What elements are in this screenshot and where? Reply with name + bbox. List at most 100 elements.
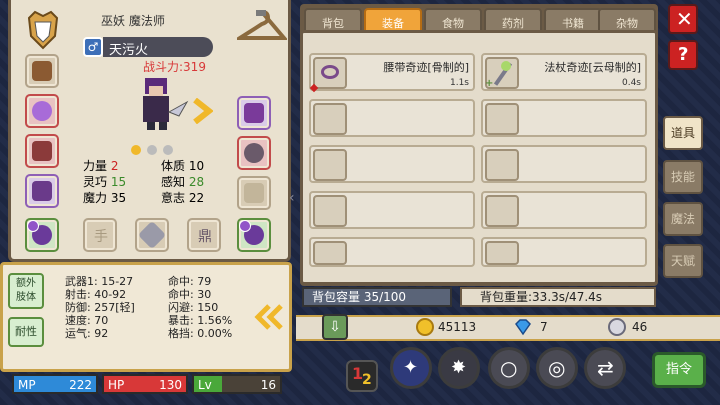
character-title: 巫妖 魔法师 [101, 14, 165, 28]
slot-gear[interactable]: 鼎 [187, 218, 221, 252]
empty-slot[interactable] [481, 237, 647, 267]
silver-coin-icon [608, 318, 626, 336]
stat-line: 命中: 79 [168, 275, 212, 288]
name-plate: 天污火 [103, 37, 213, 58]
side-tab-skills[interactable]: 技能 [663, 160, 703, 194]
slot-shell[interactable] [25, 94, 59, 128]
item-belt[interactable]: 腰带奇迹[骨制的] 1.1s [309, 53, 475, 93]
side-tab-talent[interactable]: 天赋 [663, 244, 703, 278]
gender-icon: ♂ [83, 37, 103, 57]
empty-slot[interactable] [309, 99, 475, 137]
stats-left-column: 武器1: 15-27 射击: 40-92 防御: 257[轻] 速度: 70 运… [65, 275, 135, 340]
silver-value: 46 [632, 320, 648, 334]
status-bars: MP 222 HP 130 Lv 16 [12, 374, 282, 394]
stat-line: 格挡: 0.00% [168, 327, 233, 340]
attr-value: 22 [188, 191, 205, 205]
empty-slot[interactable] [481, 99, 647, 137]
close-button[interactable]: ✕ [668, 4, 698, 34]
hanger-icon[interactable] [233, 8, 289, 46]
slot-belt[interactable] [237, 136, 271, 170]
item-name: 法杖奇迹[云母制的] [544, 61, 641, 74]
attr-value: 28 [188, 175, 205, 189]
stat-line: 射击: 40-92 [65, 288, 127, 301]
skill-button-2[interactable]: ✸ [438, 347, 480, 389]
slot-armor[interactable] [25, 174, 59, 208]
slot-empty-right[interactable] [237, 176, 271, 210]
help-icon: ? [678, 44, 689, 65]
side-tab-items[interactable]: 道具 [663, 116, 703, 150]
empty-slot[interactable] [309, 237, 475, 267]
crest-icon [25, 10, 61, 50]
next-arrow-icon[interactable] [191, 97, 214, 125]
mp-value: 222 [69, 378, 92, 392]
inventory-panel: 腰带奇迹[骨制的] 1.1s 法杖奇迹[云母制的] 0.4s + [300, 30, 658, 285]
gem-icon [514, 318, 532, 336]
swap-icon: ⇄ [597, 356, 614, 380]
tab-resistance[interactable]: 耐性 [8, 317, 44, 347]
divider-arrow-icon: ‹ [289, 190, 295, 206]
burst-icon: ✸ [451, 357, 467, 378]
download-icon[interactable]: ⇩ [322, 314, 348, 340]
character-panel: 巫妖 魔法师 ♂ 天污火 战斗力:319 手 鼎 力量 2 体质 10 灵巧 1… [8, 0, 291, 262]
attr-label: 魔力 [83, 191, 108, 205]
slot-gear-label: 鼎 [198, 229, 212, 245]
stat-line: 暴击: 1.56% [168, 314, 233, 327]
mp-bar: MP 222 [12, 374, 98, 394]
slot-weapon[interactable] [135, 218, 169, 252]
gem-value: 7 [540, 320, 548, 334]
skill-button-1[interactable]: ✦ [390, 347, 432, 389]
help-button[interactable]: ? [668, 40, 698, 70]
capacity-box: 背包容量 35/100 [302, 287, 452, 307]
hp-value: 130 [159, 378, 182, 392]
side-tab-magic[interactable]: 魔法 [663, 202, 703, 236]
slot-cloak[interactable] [25, 134, 59, 168]
hp-bar: HP 130 [102, 374, 188, 394]
item-weight: 0.4s [621, 78, 641, 88]
stat-line: 速度: 70 [65, 314, 109, 327]
lv-value: 16 [260, 378, 276, 392]
item-name: 腰带奇迹[骨制的] [383, 61, 469, 74]
empty-slot[interactable] [481, 145, 647, 183]
lv-bar: Lv 16 [192, 374, 282, 394]
empty-slot[interactable] [481, 191, 647, 229]
item-weight: 1.1s [449, 78, 469, 88]
attr-value: 2 [110, 159, 119, 173]
magnify-icon: ◎ [548, 356, 566, 380]
search-button[interactable]: ○ [488, 347, 530, 389]
weight-box: 背包重量:33.3s/47.4s [460, 287, 656, 307]
attr-label: 感知 [161, 175, 186, 189]
inspect-button[interactable]: ◎ [536, 347, 578, 389]
command-button[interactable]: 指令 [652, 352, 706, 388]
stat-line: 防御: 257[轻] [65, 301, 135, 314]
hp-label: HP [108, 378, 125, 392]
stat-line: 命中: 30 [168, 288, 212, 301]
sort-button[interactable]: 12 [346, 360, 378, 392]
gold-coin-icon [416, 318, 434, 336]
attr-value: 35 [110, 191, 127, 205]
stat-line: 武器1: 15-27 [65, 275, 134, 288]
slot-hat[interactable] [25, 54, 59, 88]
item-staff[interactable]: 法杖奇迹[云母制的] 0.4s + [481, 53, 647, 91]
stat-line: 运气: 92 [65, 327, 109, 340]
slot-hand[interactable]: 手 [83, 218, 117, 252]
tab-extra-limbs[interactable]: 额外 肢体 [8, 273, 44, 309]
attr-label: 体质 [161, 159, 186, 173]
empty-slot[interactable] [309, 145, 475, 183]
slot-head[interactable] [237, 96, 271, 130]
close-icon: ✕ [676, 7, 693, 31]
slot-ring-left[interactable] [25, 218, 59, 252]
character-sprite [129, 72, 189, 132]
lv-label: Lv [198, 378, 212, 392]
attr-label: 力量 [83, 159, 108, 173]
collapse-arrow-icon[interactable] [253, 303, 285, 331]
empty-slot[interactable] [309, 191, 475, 229]
attr-value: 10 [188, 159, 205, 173]
stats-right-column: 命中: 79 命中: 30 闪避: 150 暴击: 1.56% 格挡: 0.00… [168, 275, 232, 340]
attr-label: 灵巧 [83, 175, 108, 189]
attr-value: 15 [110, 175, 127, 189]
character-name: 天污火 [109, 43, 149, 58]
slot-ring-right[interactable] [237, 218, 271, 252]
mp-label: MP [18, 378, 36, 392]
swap-button[interactable]: ⇄ [584, 347, 626, 389]
magic-wand-icon: ✦ [403, 357, 419, 378]
